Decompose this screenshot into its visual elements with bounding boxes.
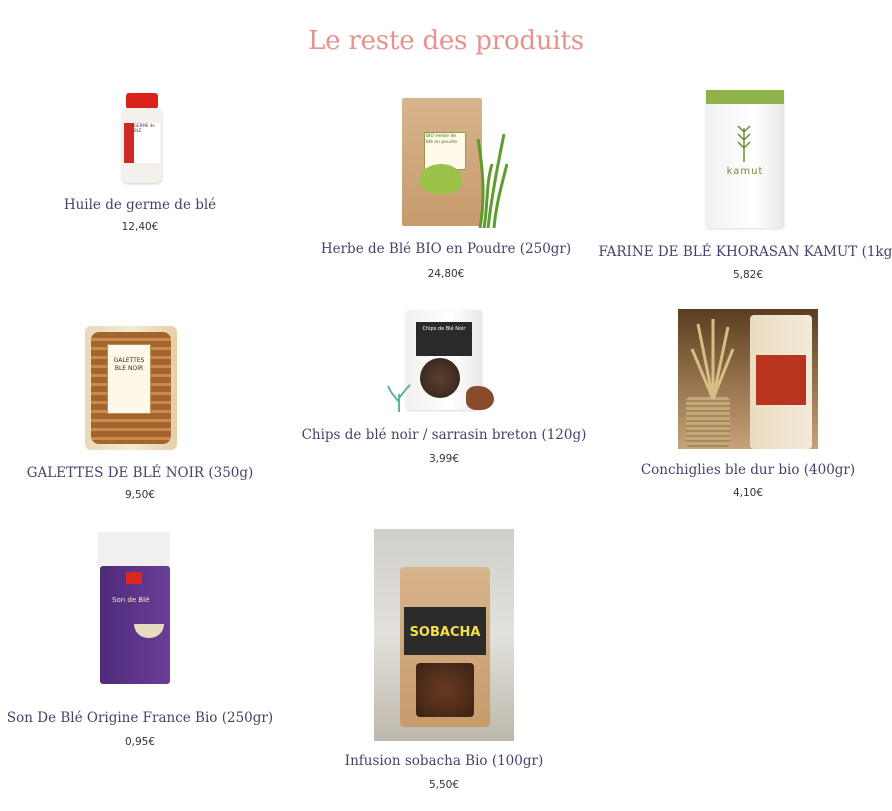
product-price: 4,10€: [732, 487, 764, 499]
pack-label: GALETTES BLE NOIR: [107, 344, 151, 414]
product-price: 3,99€: [428, 453, 460, 465]
product-card-galettes-ble-noir[interactable]: GALETTES BLE NOIR GALETTES DE BLÉ NOIR (…: [0, 326, 300, 506]
product-image[interactable]: [678, 309, 818, 449]
product-image[interactable]: Chips de Blé Noir: [386, 308, 502, 416]
bag-top: [98, 532, 170, 568]
jar-label: GERME de BLÉ: [124, 123, 160, 163]
product-name[interactable]: Conchiglies ble dur bio (400gr): [598, 462, 892, 478]
product-name[interactable]: Herbe de Blé BIO en Poudre (250gr): [296, 241, 596, 257]
pouch-window: [416, 663, 474, 717]
product-price: 0,95€: [124, 736, 156, 748]
product-image[interactable]: kamut: [694, 88, 794, 230]
coral-icon: [386, 384, 412, 412]
product-image[interactable]: GALETTES BLE NOIR: [85, 326, 177, 450]
product-name[interactable]: FARINE DE BLÉ KHORASAN KAMUT (1kg): [598, 244, 892, 260]
product-image[interactable]: Son de Blé: [96, 532, 176, 686]
brand-logo: [126, 572, 142, 584]
product-price: 5,82€: [732, 269, 764, 281]
label-text: SOBACHA: [409, 625, 481, 640]
product-card-huile-germe-ble[interactable]: GERME de BLÉ Huile de germe de blé 12,40…: [0, 88, 300, 238]
product-price: 5,50€: [428, 779, 460, 791]
pasta-label: [756, 355, 806, 405]
product-card-infusion-sobacha[interactable]: SOBACHA Infusion sobacha Bio (100gr) 5,5…: [294, 528, 594, 798]
product-name[interactable]: Chips de blé noir / sarrasin breton (120…: [294, 427, 594, 443]
product-name[interactable]: GALETTES DE BLÉ NOIR (350g): [0, 465, 290, 481]
product-card-chips-ble-noir[interactable]: Chips de Blé Noir Chips de blé noir / sa…: [294, 308, 594, 468]
section-title: Le reste des produits: [308, 26, 584, 56]
product-image[interactable]: GERME de BLÉ: [120, 93, 165, 183]
product-image[interactable]: BIO Herbe de blé en poudre: [376, 94, 516, 229]
bag-label: Son de Blé: [112, 596, 150, 604]
product-price: 24,80€: [427, 268, 465, 280]
product-name[interactable]: Huile de germe de blé: [0, 197, 290, 213]
product-image[interactable]: SOBACHA: [374, 529, 514, 741]
powder-image: [420, 164, 462, 194]
product-price: 9,50€: [124, 489, 156, 501]
product-price: 12,40€: [121, 221, 159, 233]
product-name[interactable]: Infusion sobacha Bio (100gr): [294, 753, 594, 769]
pouch-label: SOBACHA: [404, 607, 486, 655]
product-name[interactable]: Son De Blé Origine France Bio (250gr): [0, 710, 290, 726]
wheat-icon: [734, 122, 754, 162]
product-card-son-de-ble[interactable]: Son de Blé Son De Blé Origine France Bio…: [0, 530, 300, 760]
product-card-farine-kamut[interactable]: kamut FARINE DE BLÉ KHORASAN KAMUT (1kg)…: [598, 88, 892, 288]
bag-label: kamut: [726, 166, 764, 177]
jar-cap: [126, 93, 158, 109]
rope-basket: [686, 397, 730, 447]
product-card-herbe-de-ble[interactable]: BIO Herbe de blé en poudre Herbe de Blé …: [296, 94, 596, 286]
product-card-conchiglies[interactable]: Conchiglies ble dur bio (400gr) 4,10€: [598, 308, 892, 508]
chips-window: [420, 358, 460, 398]
grass-icon: [476, 133, 509, 229]
bag-label: Chips de Blé Noir: [416, 322, 472, 356]
wheat-stalks: [688, 319, 738, 400]
bag-top-band: [706, 90, 784, 104]
chip-pieces: [466, 386, 494, 410]
